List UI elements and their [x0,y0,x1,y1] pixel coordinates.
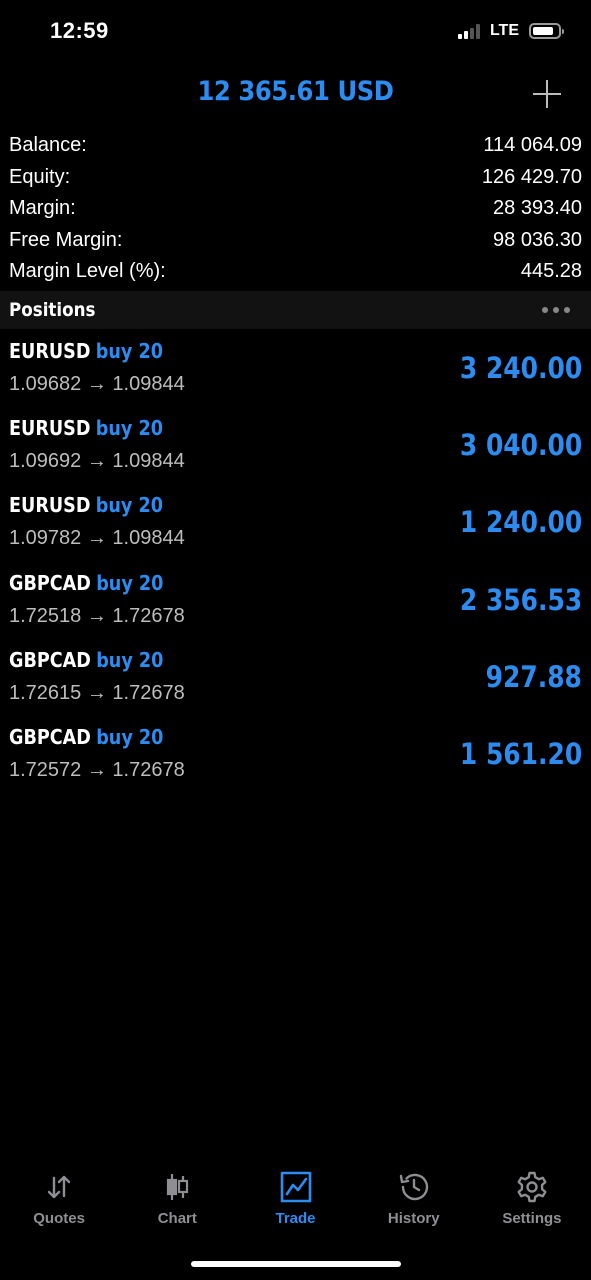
position-symbol: GBPCAD [9,647,91,672]
summary-value: 114 064.09 [483,134,582,157]
position-symbol: EURUSD [9,493,91,518]
summary-label: Free Margin: [9,228,123,251]
position-action: buy 20 [96,570,164,595]
trade-chart-icon [280,1171,311,1203]
status-time: 12:59 [50,18,109,43]
position-title: EURUSD buy 20 [9,416,163,440]
position-action: buy 20 [95,339,163,363]
position-profit: 1 561.20 [459,736,582,771]
position-row[interactable]: GBPCAD buy 20 1.72518 → 1.72678 2 356.53 [0,565,591,642]
summary-row-equity: Equity: 126 429.70 [0,162,591,194]
positions-title: Positions [9,299,96,321]
position-prices: 1.72518 → 1.72678 [9,604,185,627]
status-bar: 12:59 LTE [0,0,591,66]
position-action: buy 20 [96,724,164,749]
bottom-tab-bar: Quotes Chart Trade History Settings [0,1162,591,1242]
position-row[interactable]: EURUSD buy 20 1.09682 → 1.09844 3 240.00 [0,333,591,410]
tab-history[interactable]: History [355,1162,473,1242]
summary-label: Margin Level (%): [9,260,166,283]
position-profit: 927.88 [485,659,582,694]
position-row[interactable]: GBPCAD buy 20 1.72572 → 1.72678 1 561.20 [0,719,591,796]
position-prices: 1.09782 → 1.09844 [9,527,185,550]
position-row[interactable]: EURUSD buy 20 1.09692 → 1.09844 3 040.00 [0,410,591,487]
position-profit: 3 240.00 [459,351,582,385]
position-symbol: GBPCAD [9,724,91,749]
tab-label: Chart [157,1210,197,1227]
position-symbol: GBPCAD [9,570,91,595]
summary-value: 445.28 [520,260,582,283]
tab-settings[interactable]: Settings [473,1162,591,1242]
tab-label: History [387,1210,440,1227]
position-title: GBPCAD buy 20 [9,571,163,595]
position-profit: 3 040.00 [459,428,582,463]
position-symbol: EURUSD [9,416,91,441]
tab-label: Quotes [33,1210,85,1227]
summary-row-margin: Margin: 28 393.40 [0,193,591,225]
position-profit: 1 240.00 [459,505,582,540]
position-profit: 2 356.53 [459,582,582,617]
tab-label: Settings [502,1210,562,1227]
trade-screen: 12:59 LTE 12 365.61 USD Balance: 114 064… [0,0,591,1280]
candlestick-icon [167,1174,189,1200]
positions-section-header: Positions [0,291,591,329]
position-symbol: EURUSD [9,339,91,363]
position-title: GBPCAD buy 20 [9,725,163,749]
position-action: buy 20 [95,416,163,441]
summary-value: 28 393.40 [493,197,582,220]
new-order-plus-button[interactable] [533,80,561,108]
home-indicator[interactable] [191,1261,401,1267]
summary-row-free-margin: Free Margin: 98 036.30 [0,225,591,257]
cellular-signal-icon [457,23,480,39]
position-title: EURUSD buy 20 [9,339,163,363]
quotes-arrows-icon [47,1175,71,1199]
position-prices: 1.72572 → 1.72678 [9,758,185,781]
summary-label: Margin: [9,197,76,220]
gear-icon [517,1171,547,1203]
more-options-icon[interactable] [542,307,582,313]
summary-label: Balance: [9,134,87,157]
network-type: LTE [489,22,519,39]
position-prices: 1.09682 → 1.09844 [9,373,185,395]
history-clock-icon [399,1173,428,1201]
summary-value: 98 036.30 [493,228,582,251]
position-row[interactable]: EURUSD buy 20 1.09782 → 1.09844 1 240.00 [0,487,591,564]
summary-value: 126 429.70 [481,165,582,188]
tab-trade[interactable]: Trade [236,1162,354,1242]
summary-label: Equity: [9,165,71,188]
tab-chart[interactable]: Chart [118,1162,236,1242]
header: 12 365.61 USD [0,72,591,118]
summary-row-margin-level: Margin Level (%): 445.28 [0,256,591,288]
position-prices: 1.09692 → 1.09844 [9,450,185,473]
position-action: buy 20 [96,647,164,672]
position-row[interactable]: GBPCAD buy 20 1.72615 → 1.72678 927.88 [0,642,591,719]
position-title: GBPCAD buy 20 [9,648,163,672]
position-action: buy 20 [95,493,163,518]
profit-total-title: 12 365.61 USD [197,76,394,107]
battery-icon [529,23,564,39]
account-summary: Balance: 114 064.09 Equity: 126 429.70 M… [0,130,591,288]
position-title: EURUSD buy 20 [9,493,163,517]
status-indicators: LTE [457,22,564,40]
tab-label: Trade [275,1210,316,1227]
positions-list: EURUSD buy 20 1.09682 → 1.09844 3 240.00 … [0,333,591,796]
tab-quotes[interactable]: Quotes [0,1162,118,1242]
position-prices: 1.72615 → 1.72678 [9,681,185,704]
summary-row-balance: Balance: 114 064.09 [0,130,591,162]
